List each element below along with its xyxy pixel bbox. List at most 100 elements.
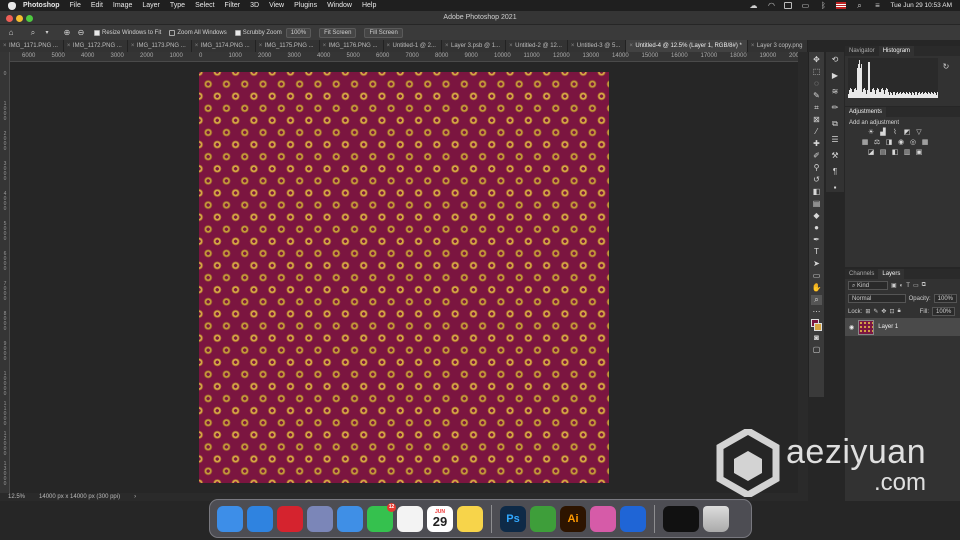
menu-type[interactable]: Type	[170, 2, 185, 9]
lock-pixels-icon[interactable]: ⊞	[865, 308, 870, 315]
color-balance-icon[interactable]: ⚖	[873, 139, 881, 146]
doc-tab[interactable]: × IMG_1173.PNG ...	[127, 40, 192, 52]
fill-input[interactable]: 100%	[932, 307, 956, 316]
color-lookup-icon[interactable]: ▦	[921, 139, 929, 146]
eyedropper-tool-icon[interactable]: ⁄	[811, 127, 822, 137]
brush-tool-icon[interactable]: ✐	[811, 151, 822, 161]
close-tab-icon[interactable]: ×	[131, 40, 135, 52]
zoom-tool-icon[interactable]: ⌕	[28, 28, 38, 38]
chevron-down-icon[interactable]: ▾	[42, 28, 52, 38]
close-tab-icon[interactable]: ×	[195, 40, 199, 52]
screen-record-icon[interactable]	[663, 505, 699, 532]
zoom-tool-panel-icon[interactable]: ⌕	[811, 295, 822, 305]
opacity-input[interactable]: 100%	[933, 294, 957, 303]
gradient-map-icon[interactable]: ▥	[903, 149, 911, 156]
trash-icon[interactable]	[703, 505, 729, 532]
control-center-icon[interactable]: ≡	[872, 1, 882, 11]
channel-mixer-icon[interactable]: ◎	[909, 139, 917, 146]
tab-navigator[interactable]: Navigator	[845, 46, 879, 56]
fit-screen-button[interactable]: Fit Screen	[319, 27, 357, 38]
filter-pixel-icon[interactable]: ▣	[891, 282, 897, 289]
paragraph-panel-icon[interactable]: ¶	[830, 167, 841, 177]
doc-tab[interactable]: × IMG_1171.PNG ...	[0, 40, 64, 52]
apple-icon[interactable]	[8, 1, 16, 10]
close-tab-icon[interactable]: ×	[323, 40, 327, 52]
zoom-in-icon[interactable]: ⊕	[62, 28, 72, 38]
close-tab-icon[interactable]: ×	[509, 40, 513, 52]
menu-layer[interactable]: Layer	[142, 2, 160, 9]
scrubby-zoom-checkbox[interactable]: Scrubby Zoom	[234, 29, 282, 36]
screen-mode-icon[interactable]: ▢	[811, 345, 822, 355]
search-icon[interactable]: ⌕	[854, 1, 864, 11]
screen-icon[interactable]	[590, 505, 616, 532]
menu-select[interactable]: Select	[195, 2, 214, 9]
close-tab-icon[interactable]: ×	[751, 40, 755, 52]
zoom-100-button[interactable]: 100%	[285, 27, 312, 38]
menu-window[interactable]: Window	[327, 2, 352, 9]
hue-saturation-icon[interactable]: ▦	[861, 139, 869, 146]
mail-icon[interactable]	[337, 505, 363, 532]
menu-filter[interactable]: Filter	[225, 2, 241, 9]
layer-thumbnail[interactable]	[858, 319, 875, 335]
vertical-ruler[interactable]: 0 1000 2000 3000 4000 5000 6000 7000 8000 9000 100…	[0, 52, 10, 493]
quick-mask-icon[interactable]: ◙	[811, 333, 822, 343]
close-tab-icon[interactable]: ×	[387, 40, 391, 52]
dodge-tool-icon[interactable]: ●	[811, 223, 822, 233]
messages-icon[interactable]: 12	[367, 502, 396, 532]
doc-tab[interactable]: × Untitled-1 @ 2...	[383, 40, 442, 52]
tab-layers[interactable]: Layers	[878, 269, 905, 279]
zoom-all-windows-checkbox[interactable]: Zoom All Windows	[169, 29, 227, 36]
layer-row[interactable]: ◉ Layer 1	[845, 318, 960, 336]
camtasia-icon[interactable]	[530, 505, 556, 532]
vibrance-icon[interactable]: ▽	[915, 129, 923, 136]
shape-tool-icon[interactable]: ▭	[811, 271, 822, 281]
menu-plugins[interactable]: Plugins	[294, 2, 317, 9]
fill-screen-button[interactable]: Fill Screen	[364, 27, 403, 38]
clone-stamp-icon[interactable]: ⚲	[811, 163, 822, 173]
notes-icon[interactable]	[457, 505, 483, 532]
doc-tab[interactable]: × IMG_1174.PNG ...	[191, 40, 256, 52]
creative-cloud-icon[interactable]: ☁	[748, 1, 758, 11]
curves-icon[interactable]: ⌇	[891, 129, 899, 136]
history-brush-icon[interactable]: ↺	[811, 175, 822, 185]
close-tab-icon[interactable]: ×	[67, 40, 71, 52]
calendar-icon[interactable]: JUN 29	[427, 505, 453, 532]
illustrator-icon[interactable]: Ai	[560, 505, 586, 532]
lock-artboard-icon[interactable]: ⊡	[889, 308, 894, 315]
zoom-window-icon[interactable]	[26, 15, 33, 22]
battery-icon[interactable]: ▭	[800, 1, 810, 11]
doc-tab[interactable]: × Layer 3.psb @ 1...	[441, 40, 507, 52]
tab-histogram[interactable]: Histogram	[878, 46, 915, 56]
status-zoom[interactable]: 12.5%	[8, 493, 25, 501]
glyphs-panel-icon[interactable]: ▪	[830, 183, 841, 193]
photoshop-icon[interactable]: Ps	[500, 505, 526, 532]
marquee-tool-icon[interactable]: ⬚	[811, 67, 822, 77]
input-source-flag-icon[interactable]	[836, 2, 847, 9]
blend-mode-select[interactable]: Normal	[848, 294, 906, 303]
tool-presets-icon[interactable]: ⚒	[830, 151, 841, 161]
gradient-tool-icon[interactable]: ▤	[811, 199, 822, 209]
color-swatches[interactable]	[811, 319, 822, 331]
close-tab-icon[interactable]: ×	[629, 40, 633, 52]
photo-filter-icon[interactable]: ◉	[897, 139, 905, 146]
doc-tab[interactable]: × IMG_1172.PNG ...	[63, 40, 128, 52]
lock-position-icon[interactable]: ✥	[881, 308, 886, 315]
finder-icon[interactable]	[217, 505, 243, 532]
home-icon[interactable]: ⌂	[6, 28, 16, 38]
layer-name[interactable]: Layer 1	[878, 324, 898, 330]
black-white-icon[interactable]: ◨	[885, 139, 893, 146]
launchpad-icon[interactable]	[307, 505, 333, 532]
quick-select-tool-icon[interactable]: ✎	[811, 91, 822, 101]
lock-paint-icon[interactable]: ✎	[873, 308, 878, 315]
close-tab-icon[interactable]: ×	[445, 40, 449, 52]
dropbox-icon[interactable]	[620, 505, 646, 532]
safari-icon[interactable]	[247, 505, 273, 532]
adjustments-title[interactable]: Adjustments	[845, 107, 887, 117]
lock-all-icon[interactable]: 🔒︎	[897, 308, 900, 315]
pen-tool-icon[interactable]: ✒	[811, 235, 822, 245]
posterize-icon[interactable]: ▤	[879, 149, 887, 156]
close-window-icon[interactable]	[6, 15, 13, 22]
path-selection-icon[interactable]: ➤	[811, 259, 822, 269]
menu-help[interactable]: Help	[362, 2, 376, 9]
eraser-tool-icon[interactable]: ◧	[811, 187, 822, 197]
